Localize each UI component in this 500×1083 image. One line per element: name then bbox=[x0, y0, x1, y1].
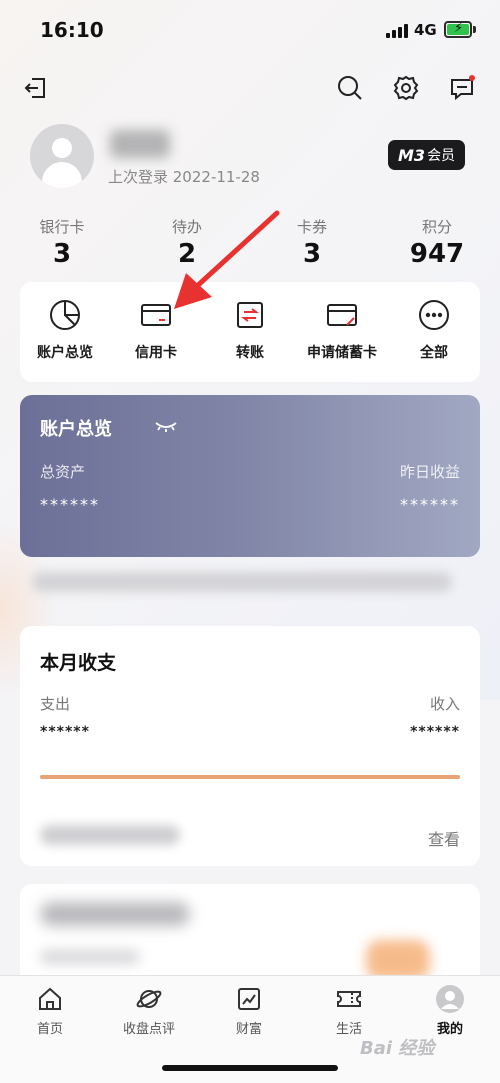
monthly-title: 本月收支 bbox=[40, 652, 117, 674]
settings-button[interactable] bbox=[390, 72, 422, 104]
signal-icon bbox=[386, 24, 408, 38]
expense-label: 支出 bbox=[40, 695, 71, 713]
home-indicator bbox=[162, 1065, 338, 1071]
battery-tip bbox=[473, 26, 476, 33]
tab-life[interactable]: 生活 bbox=[304, 985, 394, 1037]
stat-label: 银行卡 bbox=[39, 218, 85, 236]
quick-action-account-overview[interactable]: 账户总览 bbox=[17, 298, 113, 362]
quick-action-label: 申请储蓄卡 bbox=[307, 345, 377, 361]
logout-button[interactable] bbox=[20, 72, 52, 104]
income-label: 收入 bbox=[429, 695, 460, 713]
avatar[interactable] bbox=[30, 124, 94, 188]
promo-image bbox=[366, 940, 430, 980]
overview-title: 账户总览 bbox=[40, 419, 112, 440]
quick-action-apply-debit-card[interactable]: 申请储蓄卡 bbox=[294, 298, 390, 362]
status-time: 16:10 bbox=[40, 18, 104, 42]
search-button[interactable] bbox=[334, 72, 366, 104]
card-apply-icon bbox=[327, 304, 357, 326]
logout-icon bbox=[24, 78, 45, 98]
blurred-notice bbox=[32, 572, 452, 592]
tab-label: 收盘点评 bbox=[122, 1022, 175, 1037]
network-type: 4G bbox=[414, 21, 437, 39]
home-icon bbox=[39, 987, 61, 1010]
ticket-icon bbox=[337, 991, 361, 1007]
account-overview-card[interactable]: 账户总览 总资产 昨日收益 ****** ****** bbox=[20, 395, 480, 557]
profile-avatar-icon bbox=[436, 985, 464, 1013]
member-badge[interactable]: M3 会员 bbox=[388, 140, 466, 170]
view-link[interactable]: 查看 bbox=[428, 826, 460, 850]
stat-value: 947 bbox=[409, 239, 465, 269]
expense-value: ****** bbox=[40, 724, 90, 740]
message-icon bbox=[451, 75, 475, 101]
stat-bank-cards[interactable]: 银行卡 3 bbox=[17, 216, 107, 269]
member-label: 会员 bbox=[427, 148, 456, 164]
quick-action-label: 转账 bbox=[236, 345, 264, 361]
total-assets-value: ****** bbox=[40, 495, 100, 514]
stat-value: 3 bbox=[52, 239, 72, 269]
planet-icon bbox=[136, 990, 162, 1008]
last-login-text: 上次登录 2022-11-28 bbox=[108, 168, 260, 186]
member-level: M3 bbox=[398, 145, 426, 165]
tab-market-review[interactable]: 收盘点评 bbox=[104, 985, 194, 1037]
tab-wealth[interactable]: 财富 bbox=[204, 985, 294, 1037]
more-icon bbox=[419, 300, 449, 330]
battery-icon: ⚡ bbox=[444, 21, 472, 38]
blurred-promo-title bbox=[40, 902, 190, 926]
quick-action-all[interactable]: 全部 bbox=[386, 298, 482, 362]
total-assets-label: 总资产 bbox=[40, 463, 86, 481]
yesterday-income-value: ****** bbox=[400, 495, 460, 514]
pie-chart-icon bbox=[50, 300, 80, 330]
status-bar: 16:10 4G ⚡ bbox=[0, 0, 500, 62]
blurred-summary-text bbox=[40, 825, 180, 845]
quick-action-label: 全部 bbox=[420, 345, 448, 361]
tab-label: 财富 bbox=[235, 1022, 262, 1037]
wealth-chart-icon bbox=[238, 988, 260, 1010]
quick-action-label: 账户总览 bbox=[37, 345, 93, 361]
gear-icon bbox=[393, 75, 419, 101]
stat-points[interactable]: 积分 947 bbox=[392, 216, 482, 269]
user-name-blurred bbox=[110, 130, 170, 158]
tab-mine[interactable]: 我的 bbox=[405, 985, 495, 1037]
yesterday-income-label: 昨日收益 bbox=[399, 463, 460, 481]
arrow-annotation-icon bbox=[174, 210, 280, 309]
stat-label: 积分 bbox=[421, 218, 452, 236]
watermark: Bai 经验 bbox=[360, 1038, 435, 1059]
quick-action-label: 信用卡 bbox=[135, 345, 177, 361]
search-icon bbox=[338, 76, 362, 100]
tab-label: 首页 bbox=[36, 1022, 63, 1037]
expense-income-bar bbox=[40, 775, 460, 779]
blurred-promo-subtitle bbox=[40, 950, 140, 964]
eye-closed-icon[interactable] bbox=[154, 419, 178, 433]
tab-home[interactable]: 首页 bbox=[5, 985, 95, 1037]
messages-button[interactable] bbox=[446, 72, 478, 104]
income-value: ****** bbox=[410, 724, 460, 740]
